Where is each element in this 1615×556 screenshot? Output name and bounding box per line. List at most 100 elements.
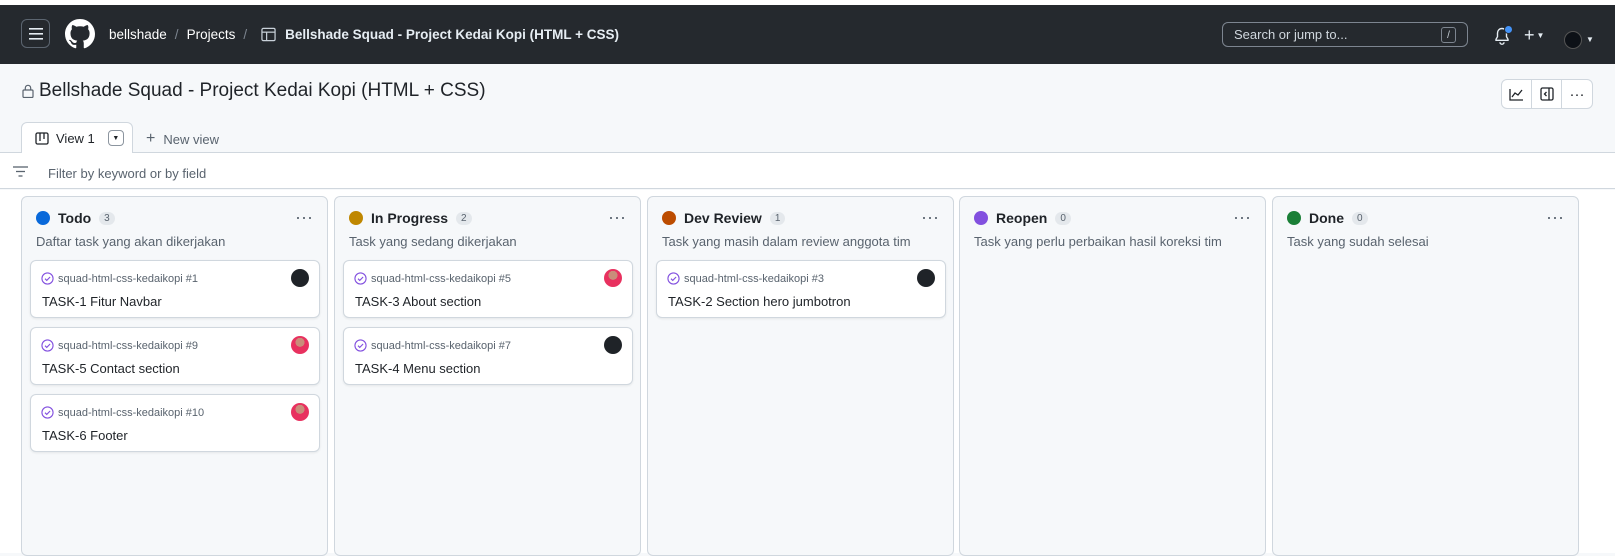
tab-label: View 1 [56,130,95,146]
card-title[interactable]: TASK-3 About section [355,294,481,309]
view-options-dropdown[interactable]: ▼ [107,130,124,146]
issue-closed-icon [354,339,367,352]
card-repo-label[interactable]: squad-html-css-kedaikopi #3 [684,273,824,285]
column-header: Dev Review 1 [662,210,786,226]
status-color-icon [974,211,988,225]
project-title: Bellshade Squad - Project Kedai Kopi (HT… [39,80,486,101]
card-repo-label[interactable]: squad-html-css-kedaikopi #10 [58,407,204,419]
breadcrumb-project[interactable]: Bellshade Squad - Project Kedai Kopi (HT… [285,27,619,42]
filter-icon[interactable] [13,166,28,177]
column-done: Done 0 ··· Task yang sudah selesai [1272,196,1579,556]
search-input[interactable]: Search or jump to... / [1222,22,1468,47]
issue-card[interactable]: squad-html-css-kedaikopi #7 TASK-4 Menu s… [343,327,633,385]
column-count-badge: 0 [1352,211,1368,225]
column-in-progress: In Progress 2 ··· Task yang sedang dikerjak… [334,196,641,556]
card-repo-ref: squad-html-css-kedaikopi #3 [667,272,824,285]
issue-card[interactable]: squad-html-css-kedaikopi #1 TASK-1 Fitur … [30,260,320,318]
card-repo-ref: squad-html-css-kedaikopi #7 [354,339,511,352]
user-avatar[interactable] [1564,31,1582,49]
top-navbar: bellshade / Projects / Bellshade Squad -… [0,0,1615,64]
card-repo-label[interactable]: squad-html-css-kedaikopi #7 [371,340,511,352]
column-title: In Progress [371,210,449,226]
header-actions: ··· [1501,79,1593,109]
more-options-button[interactable]: ··· [1562,80,1592,108]
project-header [0,64,1615,152]
column-menu-button[interactable]: ··· [295,207,313,228]
column-title: Done [1309,210,1344,226]
search-shortcut-key: / [1441,27,1456,43]
column-menu-button[interactable]: ··· [1546,207,1564,228]
lock-icon [22,84,34,98]
new-view-label: New view [163,131,219,147]
side-panel-button[interactable] [1532,80,1562,108]
insights-button[interactable] [1502,80,1532,108]
breadcrumb: bellshade / Projects / Bellshade Squad -… [109,5,619,64]
breadcrumb-separator: / [243,27,248,42]
card-title[interactable]: TASK-1 Fitur Navbar [42,294,162,309]
column-menu-button[interactable]: ··· [921,207,939,228]
card-title[interactable]: TASK-5 Contact section [42,361,180,376]
plus-icon: + [1524,25,1535,45]
graph-icon [1509,88,1523,101]
status-color-icon [1287,211,1301,225]
column-menu-button[interactable]: ··· [1233,207,1251,228]
filter-input[interactable]: Filter by keyword or by field [48,166,206,181]
issue-card[interactable]: squad-html-css-kedaikopi #3 TASK-2 Sectio… [656,260,946,318]
column-header: Todo 3 [36,210,115,226]
assignee-avatar[interactable] [604,336,622,354]
assignee-avatar[interactable] [291,403,309,421]
status-color-icon [36,211,50,225]
column-reopen: Reopen 0 ··· Task yang perlu perbaikan hasi… [959,196,1266,556]
board-icon [35,131,49,145]
assignee-avatar[interactable] [291,336,309,354]
breadcrumb-owner[interactable]: bellshade [109,27,167,42]
create-new-button[interactable]: + ▼ [1524,25,1544,46]
card-title[interactable]: TASK-2 Section hero jumbotron [668,294,851,309]
column-description: Task yang perlu perbaikan hasil koreksi … [974,234,1222,249]
search-placeholder: Search or jump to... [1234,27,1348,42]
new-view-button[interactable]: + New view [146,130,219,148]
card-repo-label[interactable]: squad-html-css-kedaikopi #9 [58,340,198,352]
menu-button[interactable] [21,19,50,48]
card-title[interactable]: TASK-4 Menu section [355,361,480,376]
issue-closed-icon [354,272,367,285]
card-repo-ref: squad-html-css-kedaikopi #10 [41,406,204,419]
table-icon [261,27,276,42]
column-header: Done 0 [1287,210,1368,226]
column-count-badge: 3 [99,211,115,225]
card-repo-label[interactable]: squad-html-css-kedaikopi #1 [58,273,198,285]
issue-closed-icon [41,272,54,285]
kebab-horizontal-icon: ··· [1569,85,1585,103]
github-logo-icon[interactable] [65,19,95,49]
column-count-badge: 0 [1055,211,1071,225]
column-menu-button[interactable]: ··· [608,207,626,228]
issue-card[interactable]: squad-html-css-kedaikopi #10 TASK-6 Foote… [30,394,320,452]
tab-view-1[interactable]: View 1 ▼ [21,122,133,153]
column-header: Reopen 0 [974,210,1071,226]
column-count-badge: 2 [456,211,472,225]
column-title: Reopen [996,210,1048,226]
status-color-icon [349,211,363,225]
issue-closed-icon [41,339,54,352]
card-repo-ref: squad-html-css-kedaikopi #1 [41,272,198,285]
assignee-avatar[interactable] [291,269,309,287]
card-repo-ref: squad-html-css-kedaikopi #9 [41,339,198,352]
card-title[interactable]: TASK-6 Footer [42,428,128,443]
issue-closed-icon [41,406,54,419]
column-header: In Progress 2 [349,210,472,226]
assignee-avatar[interactable] [917,269,935,287]
card-repo-label[interactable]: squad-html-css-kedaikopi #5 [371,273,511,285]
sidebar-expand-icon [1539,87,1554,101]
plus-icon: + [146,130,156,147]
issue-card[interactable]: squad-html-css-kedaikopi #5 TASK-3 About … [343,260,633,318]
column-dev-review: Dev Review 1 ··· Task yang masih dalam revi… [647,196,954,556]
column-title: Dev Review [684,210,762,226]
status-color-icon [662,211,676,225]
caret-down-icon: ▼ [1536,31,1545,40]
filter-bar [0,153,1615,189]
column-todo: Todo 3 ··· Daftar task yang akan dikerjakan… [21,196,328,556]
assignee-avatar[interactable] [604,269,622,287]
breadcrumb-separator: / [174,27,179,42]
issue-card[interactable]: squad-html-css-kedaikopi #9 TASK-5 Contac… [30,327,320,385]
breadcrumb-projects[interactable]: Projects [187,27,236,42]
